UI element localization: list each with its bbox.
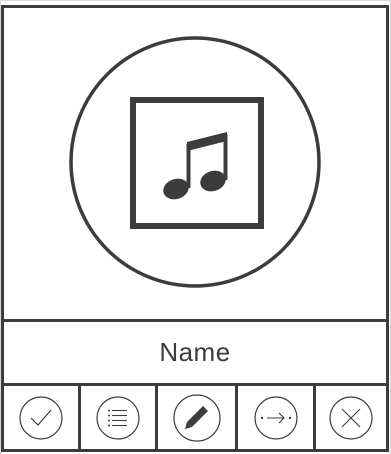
move-button[interactable] <box>238 386 316 449</box>
grid-line <box>0 0 391 1</box>
arrow-right-icon <box>253 395 298 440</box>
pencil-icon <box>172 393 221 442</box>
check-icon <box>19 395 63 440</box>
close-icon <box>329 395 373 440</box>
confirm-button[interactable] <box>4 386 81 449</box>
action-bar <box>4 386 386 449</box>
list-icon <box>96 395 140 440</box>
item-name: Name <box>159 337 231 367</box>
card-frame: Name <box>1 5 389 452</box>
music-note-icon <box>69 36 321 288</box>
list-button[interactable] <box>81 386 158 449</box>
delete-button[interactable] <box>316 386 386 449</box>
edit-button[interactable] <box>158 386 238 449</box>
thumbnail-preview[interactable] <box>4 8 386 319</box>
media-item-card: Name <box>0 0 391 454</box>
